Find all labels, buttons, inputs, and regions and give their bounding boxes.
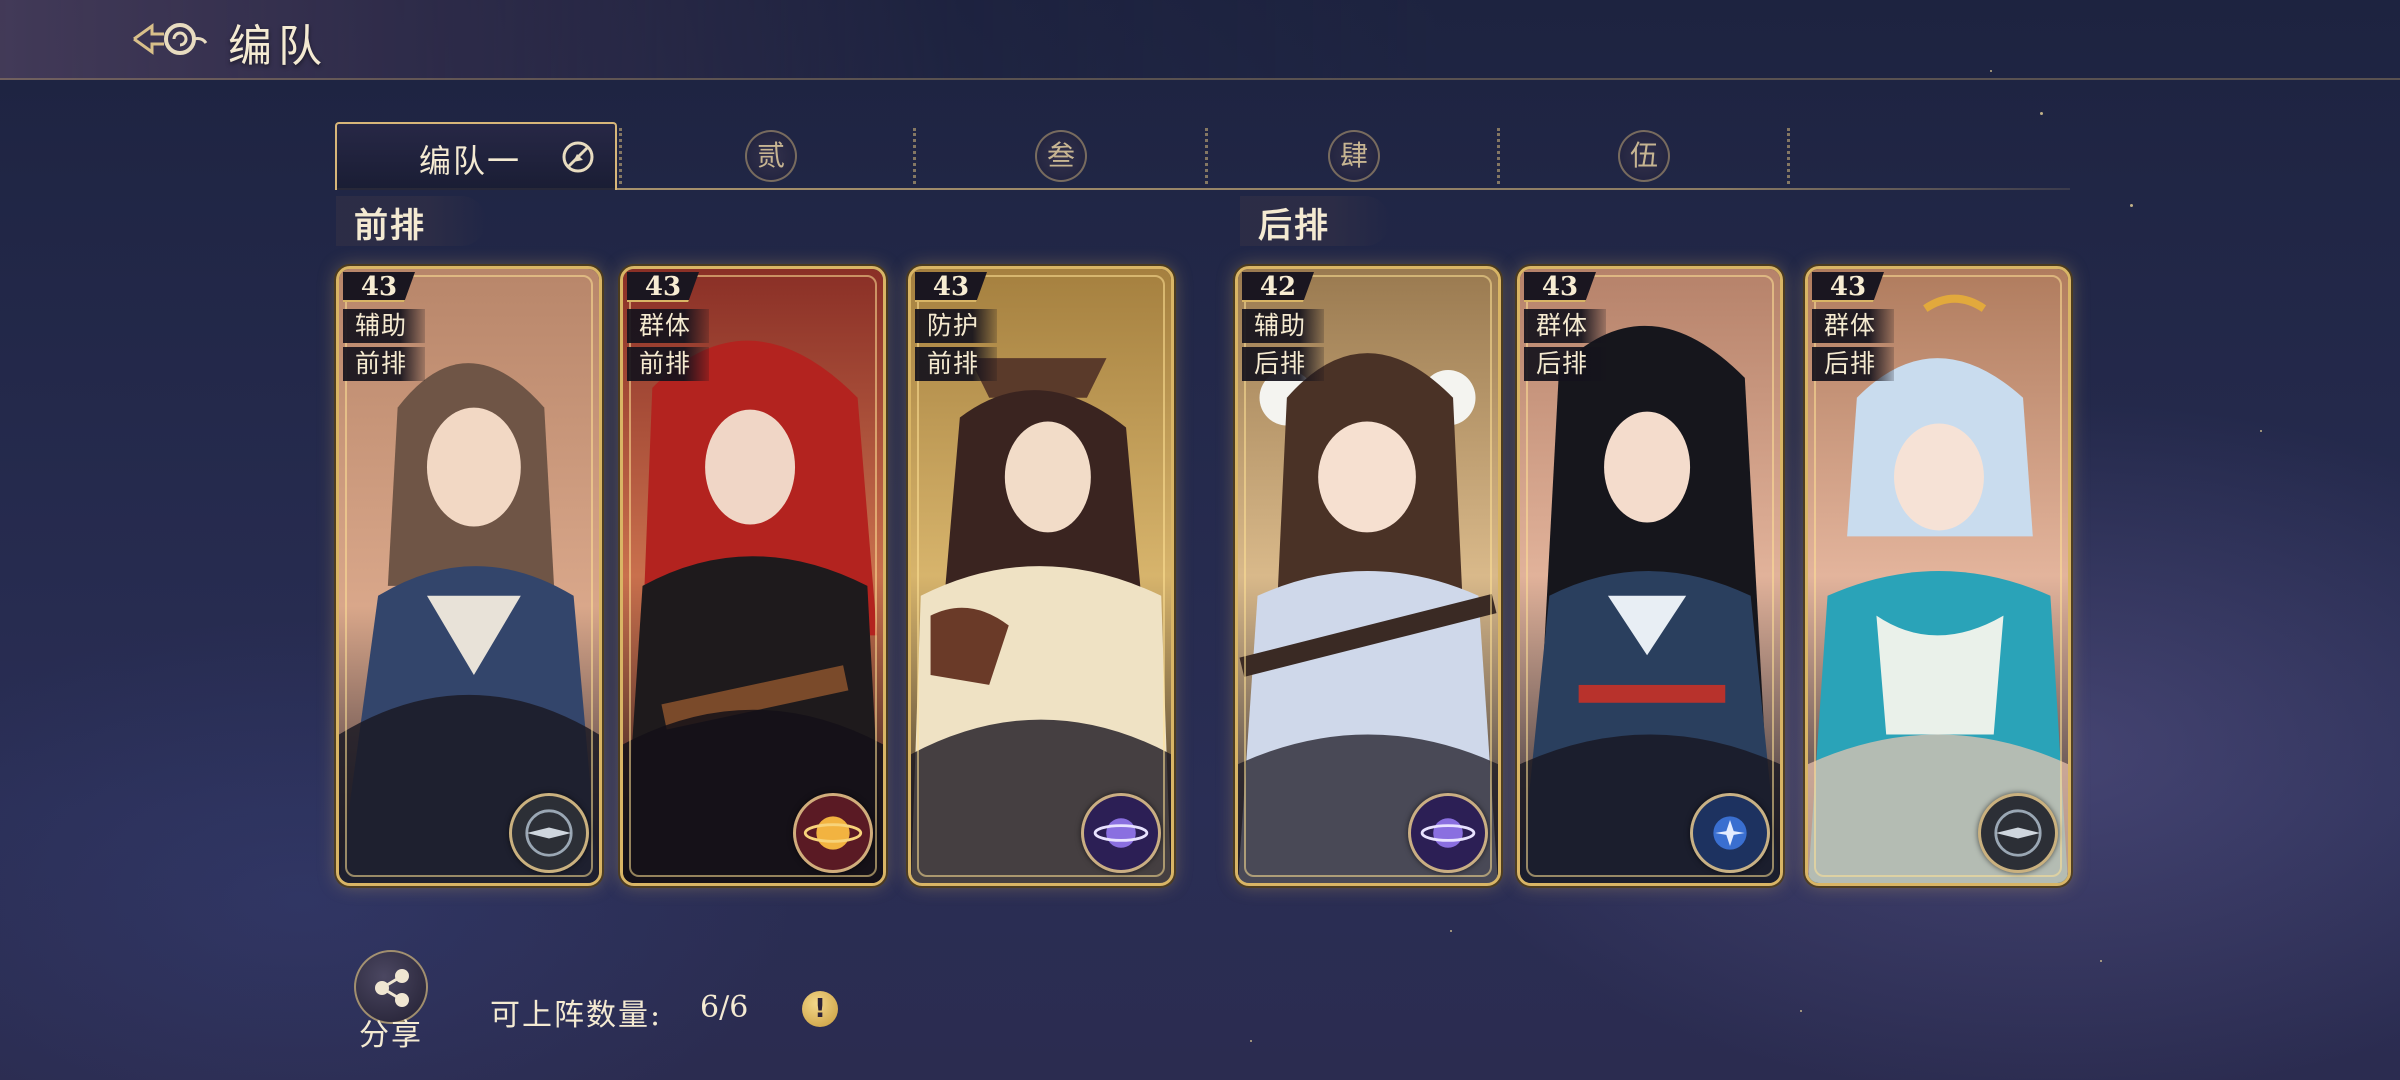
character-card-4[interactable]: 42 辅助 后排 [1235,266,1501,886]
tab-formation-2[interactable]: 贰 [625,122,917,190]
position-tag: 前排 [343,347,425,381]
character-card-1[interactable]: 43 辅助 前排 [336,266,602,886]
level-badge: 42 [1242,272,1314,302]
level-badge: 43 [627,272,699,302]
level-badge: 43 [343,272,415,302]
tab-formation-1-label: 编队一 [419,142,522,180]
page-title: 编队 [228,21,328,72]
position-tag: 后排 [1242,347,1324,381]
level-badge: 43 [915,272,987,302]
moon-orb-icon [1081,793,1161,873]
tab-separator [619,128,622,184]
role-tag: 群体 [1524,309,1606,343]
role-tag: 辅助 [1242,309,1324,343]
deploy-count-value: 6/6 [700,990,749,1025]
front-row-label: 前排 [336,196,486,246]
sun-orb-icon [793,793,873,873]
share-label: 分享 [359,1018,423,1053]
character-card-6[interactable]: 43 群体 后排 [1805,266,2071,886]
position-tag: 后排 [1524,347,1606,381]
tab-formation-5-label: 伍 [1618,130,1670,182]
info-icon[interactable]: ! [802,991,838,1027]
role-tag: 群体 [627,309,709,343]
character-card-3[interactable]: 43 防护 前排 [908,266,1174,886]
character-card-2[interactable]: 43 群体 前排 [620,266,886,886]
tab-separator [1787,128,1790,184]
tab-formation-4-label: 肆 [1328,130,1380,182]
rename-icon[interactable] [559,138,597,176]
level-badge: 43 [1524,272,1596,302]
role-tag: 群体 [1812,309,1894,343]
cloud-back-icon [133,23,208,55]
moon-orb-icon [1408,793,1488,873]
tab-formation-3-label: 叁 [1035,130,1087,182]
back-button[interactable] [130,14,210,64]
deploy-count-label: 可上阵数量: [490,998,663,1033]
tab-formation-2-label: 贰 [745,130,797,182]
character-card-5[interactable]: 43 群体 后排 [1517,266,1783,886]
position-tag: 前排 [627,347,709,381]
back-row-label: 后排 [1240,196,1390,246]
position-tag: 前排 [915,347,997,381]
star-orb-icon [1690,793,1770,873]
tab-formation-4[interactable]: 肆 [1208,122,1500,190]
position-tag: 后排 [1812,347,1894,381]
role-tag: 辅助 [343,309,425,343]
role-tag: 防护 [915,309,997,343]
tab-formation-5[interactable]: 伍 [1498,122,1790,190]
tab-formation-3[interactable]: 叁 [915,122,1207,190]
level-badge: 43 [1812,272,1884,302]
share-button[interactable]: 分享 [336,950,446,1053]
tab-formation-1[interactable]: 编队一 [335,122,617,190]
compass-icon [1978,793,2058,873]
compass-icon [509,793,589,873]
formation-tabs: 编队一 贰 叁 肆 伍 [335,122,2070,190]
top-bar: 编队 [0,0,2400,80]
